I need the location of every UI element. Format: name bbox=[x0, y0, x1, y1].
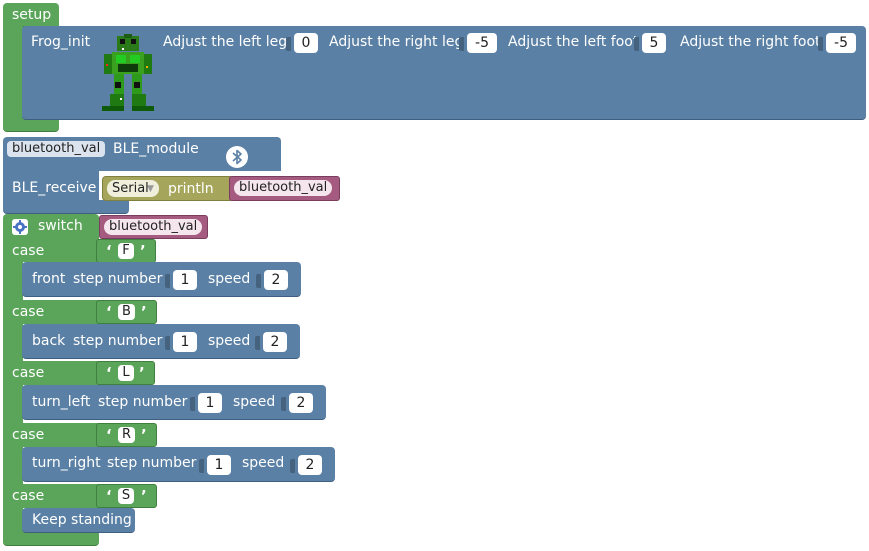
speed-socket bbox=[290, 459, 295, 473]
left-foot-label: Adjust the left foot bbox=[508, 34, 639, 50]
bluetooth-icon bbox=[226, 146, 248, 168]
speed-socket bbox=[256, 274, 261, 288]
speed-input-back[interactable]: 2 bbox=[263, 332, 287, 352]
speed-socket bbox=[255, 336, 260, 350]
open-quote-icon: ‘ bbox=[106, 426, 112, 444]
speed-label: speed bbox=[208, 271, 251, 287]
right-leg-label: Adjust the right leg bbox=[329, 34, 464, 50]
close-quote-icon: ’ bbox=[141, 426, 147, 444]
speed-label: speed bbox=[242, 455, 285, 471]
step-number-input-back[interactable]: 1 bbox=[173, 332, 197, 352]
frog-init-block[interactable]: Frog_init Adjust the left leg 0 Adjust t… bbox=[22, 26, 866, 120]
back-action-block[interactable]: back step number 1 speed 2 bbox=[22, 324, 300, 359]
case-label-f: case bbox=[12, 243, 45, 259]
serial-dropdown-label: Serial bbox=[112, 181, 149, 196]
println-label: println bbox=[168, 181, 214, 197]
case-label-s: case bbox=[12, 488, 45, 504]
case-label-l: case bbox=[12, 365, 45, 381]
gear-icon[interactable] bbox=[12, 219, 28, 235]
setup-left-bar bbox=[3, 26, 23, 124]
serial-dropdown[interactable]: Serial ▼ bbox=[107, 180, 159, 197]
close-quote-icon: ’ bbox=[139, 364, 145, 382]
close-quote-icon: ’ bbox=[140, 242, 146, 260]
step-socket bbox=[199, 459, 204, 473]
left-leg-socket bbox=[286, 37, 291, 51]
frog-init-label: Frog_init bbox=[31, 34, 91, 50]
setup-label: setup bbox=[12, 7, 52, 23]
switch-label: switch bbox=[38, 218, 83, 234]
right-foot-socket bbox=[818, 37, 823, 51]
step-number-label: step number bbox=[98, 394, 188, 410]
action-label-turn-left: turn_left bbox=[32, 394, 91, 410]
speed-socket bbox=[281, 397, 286, 411]
right-foot-label: Adjust the right foot bbox=[680, 34, 821, 50]
chevron-down-icon: ▼ bbox=[147, 184, 154, 194]
case-char-f[interactable]: F bbox=[118, 243, 134, 259]
turn-right-action-block[interactable]: turn_right step number 1 speed 2 bbox=[22, 447, 335, 482]
ble-module-block[interactable]: bluetooth_val BLE_module bbox=[3, 137, 281, 171]
case-char-s[interactable]: S bbox=[118, 488, 134, 504]
serial-println-block[interactable]: Serial ▼ println bbox=[102, 176, 234, 201]
step-number-input-turn-right[interactable]: 1 bbox=[207, 455, 231, 475]
setup-bottom-bar bbox=[3, 119, 59, 132]
right-leg-input[interactable]: -5 bbox=[467, 33, 497, 53]
open-quote-icon: ‘ bbox=[106, 303, 112, 321]
switch-var-block[interactable]: bluetooth_val bbox=[99, 215, 208, 239]
left-leg-label: Adjust the left leg bbox=[163, 34, 288, 50]
case-label-b: case bbox=[12, 304, 45, 320]
case-char-l[interactable]: L bbox=[118, 365, 134, 381]
case-char-r[interactable]: R bbox=[118, 427, 135, 443]
switch-bottom-bar bbox=[3, 532, 99, 546]
speed-label: speed bbox=[233, 394, 276, 410]
ble-bottom-bar bbox=[3, 200, 129, 214]
action-label-back: back bbox=[32, 333, 66, 349]
case-label-r: case bbox=[12, 427, 45, 443]
step-number-label: step number bbox=[73, 271, 163, 287]
left-foot-socket bbox=[634, 37, 639, 51]
right-leg-socket bbox=[459, 37, 464, 51]
left-foot-input[interactable]: 5 bbox=[642, 33, 666, 53]
step-number-input-turn-left[interactable]: 1 bbox=[198, 393, 222, 413]
action-label-front: front bbox=[32, 271, 66, 287]
step-socket bbox=[165, 274, 170, 288]
action-label-turn-right: turn_right bbox=[32, 455, 101, 471]
right-foot-input[interactable]: -5 bbox=[826, 33, 856, 53]
speed-input-front[interactable]: 2 bbox=[264, 270, 288, 290]
step-number-label: step number bbox=[107, 455, 197, 471]
ble-var-field[interactable]: bluetooth_val bbox=[7, 141, 106, 157]
speed-label: speed bbox=[208, 333, 251, 349]
ble-module-label: BLE_module bbox=[113, 141, 199, 157]
setup-hat-block[interactable]: setup bbox=[3, 3, 59, 27]
ble-receive-label: BLE_receive bbox=[12, 180, 97, 196]
speed-input-turn-right[interactable]: 2 bbox=[298, 455, 322, 475]
step-number-input-front[interactable]: 1 bbox=[173, 270, 197, 290]
open-quote-icon: ‘ bbox=[106, 242, 112, 260]
open-quote-icon: ‘ bbox=[106, 487, 112, 505]
front-action-block[interactable]: front step number 1 speed 2 bbox=[22, 262, 301, 297]
turn-left-action-block[interactable]: turn_left step number 1 speed 2 bbox=[22, 385, 326, 420]
step-socket bbox=[190, 397, 195, 411]
keep-standing-block[interactable]: Keep standing bbox=[22, 508, 135, 533]
robot-frog-image bbox=[102, 34, 154, 111]
speed-input-turn-left[interactable]: 2 bbox=[289, 393, 313, 413]
open-quote-icon: ‘ bbox=[106, 364, 112, 382]
step-socket bbox=[165, 336, 170, 350]
step-number-label: step number bbox=[73, 333, 163, 349]
action-label-keep-standing: Keep standing bbox=[32, 512, 132, 528]
left-leg-input[interactable]: 0 bbox=[294, 33, 318, 53]
case-char-b[interactable]: B bbox=[118, 304, 135, 320]
println-var-field[interactable]: bluetooth_val bbox=[234, 180, 333, 196]
close-quote-icon: ’ bbox=[141, 487, 147, 505]
println-var-block[interactable]: bluetooth_val bbox=[229, 176, 340, 201]
switch-var-field[interactable]: bluetooth_val bbox=[104, 219, 203, 235]
close-quote-icon: ’ bbox=[141, 303, 147, 321]
